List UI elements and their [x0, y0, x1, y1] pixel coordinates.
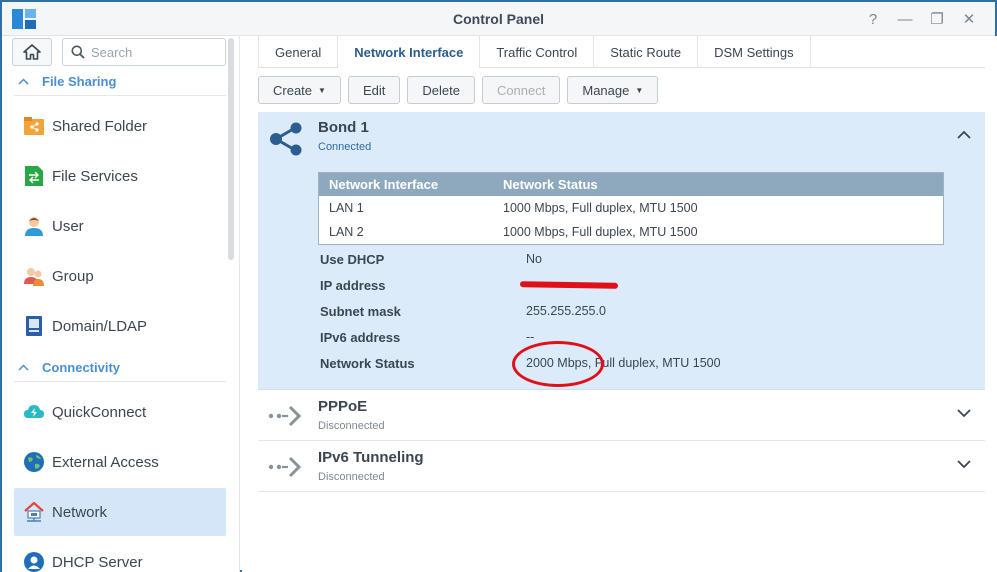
table-cell: LAN 1: [329, 201, 364, 215]
shared-folder-icon: [22, 114, 46, 138]
table-cell: LAN 2: [329, 225, 364, 239]
pppoe-interface-item[interactable]: PPPoE Disconnected: [258, 391, 985, 441]
maximize-icon[interactable]: ❐: [925, 8, 949, 30]
prop-value-subnet-mask: 255.255.255.0: [526, 304, 606, 318]
quickconnect-icon: [22, 400, 46, 424]
sidebar-item-user[interactable]: User: [14, 202, 226, 250]
sidebar-item-external-access[interactable]: External Access: [14, 438, 226, 486]
sidebar-item-group[interactable]: Group: [14, 252, 226, 300]
tab-network-interface[interactable]: Network Interface: [338, 36, 481, 68]
redaction-mark: [519, 281, 619, 289]
delete-button[interactable]: Delete: [407, 76, 475, 104]
caret-down-icon: ▼: [635, 85, 644, 95]
sidebar-item-label: Group: [52, 267, 94, 285]
interface-name: IPv6 Tunneling: [318, 449, 424, 466]
dhcp-server-icon: [22, 550, 46, 572]
column-header: Network Interface: [329, 177, 439, 192]
interface-status: Disconnected: [318, 471, 385, 483]
table-row[interactable]: LAN 1 1000 Mbps, Full duplex, MTU 1500: [319, 196, 943, 220]
title-bar[interactable]: Control Panel ? — ❐ ✕: [2, 2, 995, 36]
sidebar-item-label: Network: [52, 503, 108, 521]
prop-label-ip-address: IP address: [320, 278, 386, 293]
chevron-down-icon[interactable]: [957, 460, 971, 469]
connection-arrow-icon: [268, 456, 302, 478]
section-label: File Sharing: [42, 74, 117, 89]
create-button[interactable]: Create ▼: [258, 76, 341, 104]
prop-label-use-dhcp: Use DHCP: [320, 252, 385, 267]
sidebar-item-file-services[interactable]: File Services: [14, 152, 226, 200]
prop-value-ipv6-address: --: [526, 330, 535, 344]
group-icon: [22, 264, 46, 288]
toolbar: Create ▼ Edit Delete Connect Manage ▼: [258, 76, 659, 104]
home-button[interactable]: [12, 38, 52, 66]
manage-button-label: Manage: [582, 82, 630, 98]
sidebar-item-label: Shared Folder: [52, 117, 148, 135]
window-title: Control Panel: [452, 11, 544, 27]
external-access-icon: [22, 450, 46, 474]
tab-bar: General Network Interface Traffic Contro…: [258, 36, 985, 68]
chevron-up-icon[interactable]: [957, 130, 971, 139]
member-interfaces-table: Network Interface Network Status LAN 1 1…: [318, 172, 944, 245]
tab-dsm-settings[interactable]: DSM Settings: [698, 36, 811, 68]
interface-status: Disconnected: [318, 420, 385, 432]
sidebar-scrollbar[interactable]: [228, 38, 234, 260]
search-box[interactable]: [62, 38, 226, 66]
minimize-icon[interactable]: —: [893, 8, 917, 30]
section-file-sharing[interactable]: File Sharing: [14, 68, 226, 96]
file-services-icon: [22, 164, 46, 188]
chevron-up-icon: [18, 78, 32, 85]
table-cell: 1000 Mbps, Full duplex, MTU 1500: [503, 225, 698, 239]
table-cell: 1000 Mbps, Full duplex, MTU 1500: [503, 201, 698, 215]
main-content: General Network Interface Traffic Contro…: [242, 36, 997, 572]
prop-label-subnet-mask: Subnet mask: [320, 304, 401, 319]
manage-button[interactable]: Manage ▼: [567, 76, 659, 104]
sidebar: File Sharing Shared Folder File Services…: [2, 36, 240, 572]
interface-name: PPPoE: [318, 398, 368, 415]
sidebar-item-domain-ldap[interactable]: Domain/LDAP: [14, 302, 226, 350]
bond-interface-panel[interactable]: Bond 1 Connected Network Interface Netwo…: [258, 112, 985, 390]
tab-static-route[interactable]: Static Route: [594, 36, 699, 68]
sidebar-item-label: File Services: [52, 167, 138, 185]
connection-arrow-icon: [268, 405, 302, 427]
sidebar-item-dhcp-server[interactable]: DHCP Server: [14, 538, 226, 572]
user-icon: [22, 214, 46, 238]
close-icon[interactable]: ✕: [957, 8, 981, 30]
interface-status: Connected: [318, 141, 372, 153]
table-header: Network Interface Network Status: [319, 173, 943, 196]
search-input[interactable]: [91, 44, 211, 60]
sidebar-item-label: External Access: [52, 453, 159, 471]
chevron-up-icon: [18, 364, 32, 371]
sidebar-item-shared-folder[interactable]: Shared Folder: [14, 102, 226, 150]
home-icon: [23, 44, 41, 60]
tab-traffic-control[interactable]: Traffic Control: [480, 36, 595, 68]
section-connectivity[interactable]: Connectivity: [14, 354, 226, 382]
edit-button[interactable]: Edit: [347, 76, 401, 104]
section-label: Connectivity: [42, 360, 121, 375]
sidebar-item-label: Domain/LDAP: [52, 317, 148, 335]
control-panel-window: Control Panel ? — ❐ ✕ File Sharing: [0, 0, 997, 572]
tab-general[interactable]: General: [258, 36, 339, 68]
ipv6-tunneling-interface-item[interactable]: IPv6 Tunneling Disconnected: [258, 442, 985, 492]
help-icon[interactable]: ?: [861, 8, 885, 30]
network-icon: [22, 500, 46, 524]
interface-name: Bond 1: [318, 119, 369, 136]
column-header: Network Status: [503, 177, 598, 192]
sidebar-item-label: User: [52, 217, 84, 235]
connect-button[interactable]: Connect: [481, 76, 561, 104]
prop-value-use-dhcp: No: [526, 252, 542, 266]
sidebar-item-quickconnect[interactable]: QuickConnect: [14, 388, 226, 436]
domain-ldap-icon: [22, 314, 46, 338]
annotation-circle: [512, 341, 604, 387]
caret-down-icon: ▼: [318, 85, 326, 95]
prop-label-ipv6-address: IPv6 address: [320, 330, 401, 345]
sidebar-item-label: DHCP Server: [52, 553, 143, 571]
prop-label-network-status: Network Status: [320, 356, 415, 371]
sidebar-item-label: QuickConnect: [52, 403, 147, 421]
chevron-down-icon[interactable]: [957, 409, 971, 418]
bond-share-icon: [270, 122, 302, 156]
table-row[interactable]: LAN 2 1000 Mbps, Full duplex, MTU 1500: [319, 220, 943, 244]
sidebar-item-network[interactable]: Network: [14, 488, 226, 536]
search-icon: [71, 45, 85, 59]
create-button-label: Create: [273, 82, 313, 98]
